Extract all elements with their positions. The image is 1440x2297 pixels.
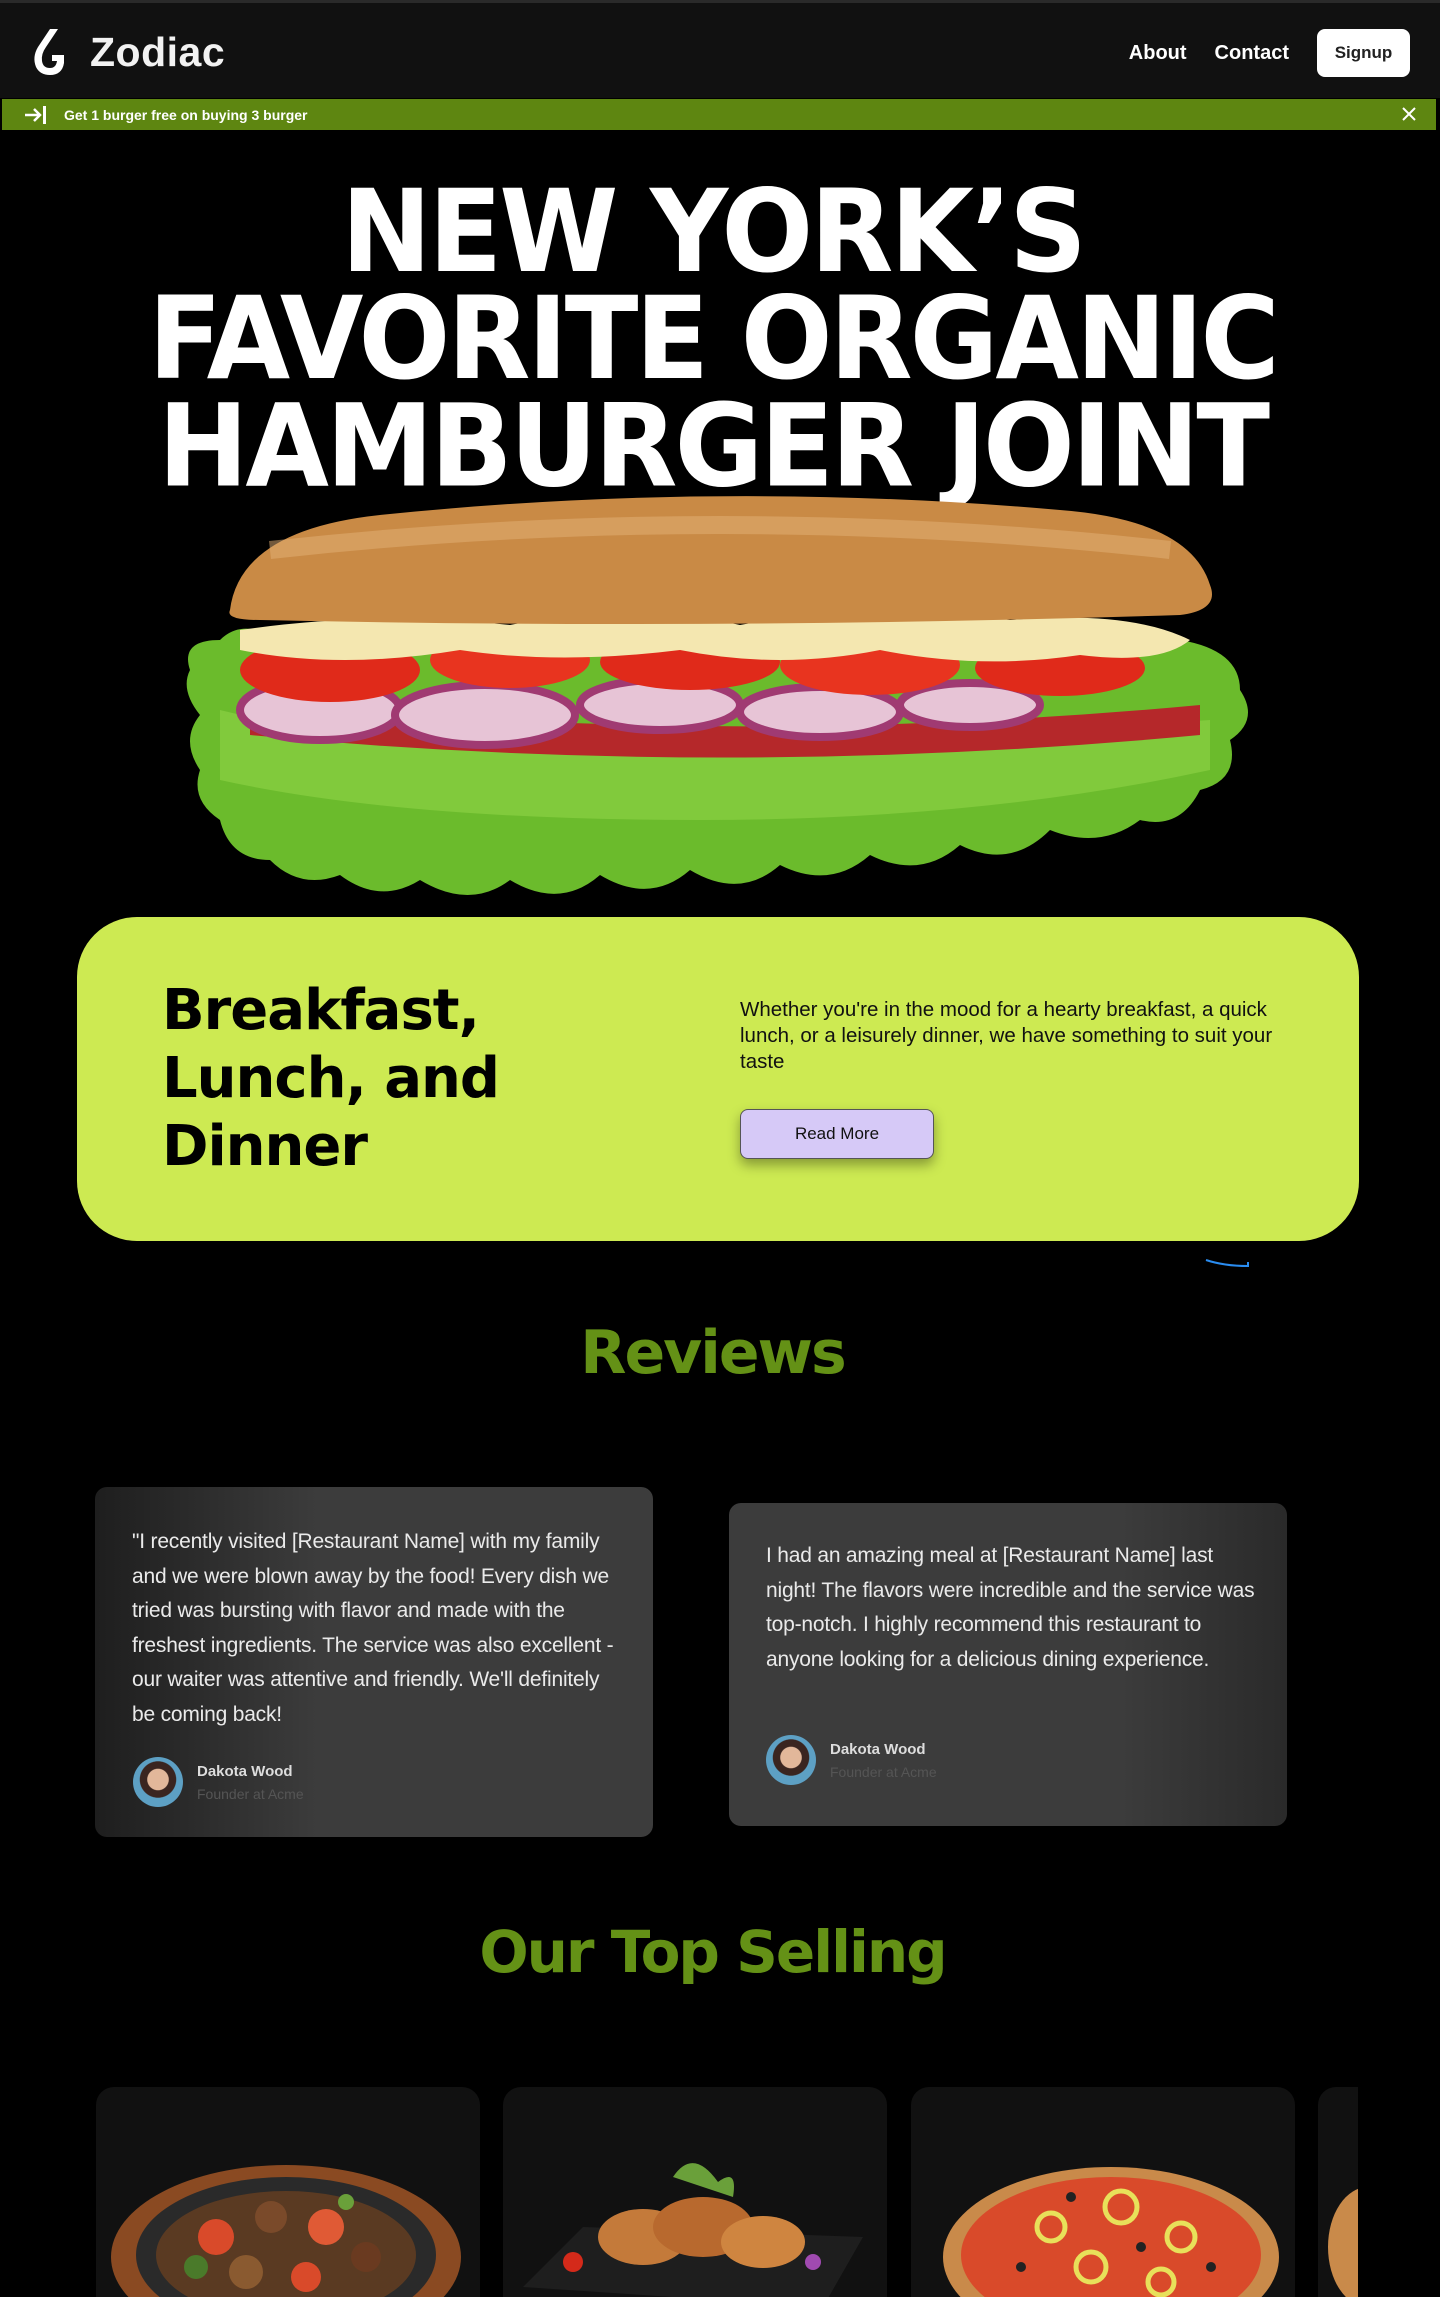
sandwich-image <box>186 496 1249 895</box>
close-icon[interactable] <box>1400 105 1418 123</box>
reviews-title: Reviews <box>580 1318 846 1388</box>
top-navbar: Zodiac About Contact Signup <box>0 0 1440 98</box>
dish-card[interactable] <box>96 2087 480 2297</box>
review-text: I had an amazing meal at [Restaurant Nam… <box>766 1544 1255 1671</box>
reviewer-name: Dakota Wood <box>197 1762 293 1780</box>
meal-description: Whether you're in the mood for a hearty … <box>740 998 1273 1073</box>
hero-title-line: NEW YORK’S <box>341 166 1087 299</box>
reviewer: Dakota Wood Founder at Acme <box>766 1735 937 1785</box>
meal-heading-line: Lunch, and <box>162 1046 500 1111</box>
review-card: "I recently visited [Restaurant Name] wi… <box>95 1487 653 1837</box>
arrow-right-bar-icon <box>25 105 46 124</box>
meal-heading: Breakfast, Lunch, and Dinner <box>162 977 582 1181</box>
dish-card[interactable] <box>1318 2087 1358 2297</box>
reviewer-role: Founder at Acme <box>830 1763 937 1780</box>
signup-button[interactable]: Signup <box>1317 29 1410 77</box>
reviewer-name: Dakota Wood <box>830 1740 926 1758</box>
reviewer-role: Founder at Acme <box>197 1785 304 1802</box>
dish-card[interactable] <box>503 2087 887 2297</box>
dish-image <box>1328 2188 1358 2297</box>
meal-heading-line: Dinner <box>162 1114 368 1179</box>
nav-links: About Contact Signup <box>1129 29 1410 77</box>
grilled-chicken-image <box>523 2163 863 2297</box>
grilled-meat-plate-image <box>111 2165 461 2297</box>
avatar <box>133 1757 183 1807</box>
logo-mark-icon <box>34 29 64 75</box>
dish-card[interactable] <box>911 2087 1295 2297</box>
nav-link-about[interactable]: About <box>1129 42 1187 65</box>
review-text: "I recently visited [Restaurant Name] wi… <box>132 1530 614 1726</box>
brand-logo[interactable]: Zodiac <box>28 27 225 77</box>
avatar <box>766 1735 816 1785</box>
reviewer: Dakota Wood Founder at Acme <box>133 1757 304 1807</box>
meal-heading-line: Breakfast, <box>162 978 480 1043</box>
hero-title-line: HAMBURGER JOINT <box>157 380 1270 513</box>
pizza-image <box>943 2167 1279 2297</box>
promo-banner: Get 1 burger free on buying 3 burger <box>2 99 1436 130</box>
read-more-button[interactable]: Read More <box>740 1109 934 1159</box>
meal-times-card: Breakfast, Lunch, and Dinner Whether you… <box>77 917 1359 1241</box>
hero-title: NEW YORK’S FAVORITE ORGANIC HAMBURGER JO… <box>0 166 1425 513</box>
nav-link-contact[interactable]: Contact <box>1215 42 1289 65</box>
decorative-squiggle-icon <box>1205 1259 1249 1268</box>
top-selling-title: Our Top Selling <box>479 1918 947 1986</box>
hero-title-line: FAVORITE ORGANIC <box>148 273 1280 406</box>
review-card: I had an amazing meal at [Restaurant Nam… <box>729 1503 1287 1826</box>
promo-text: Get 1 burger free on buying 3 burger <box>64 106 308 123</box>
logo-text: Zodiac <box>90 28 226 75</box>
